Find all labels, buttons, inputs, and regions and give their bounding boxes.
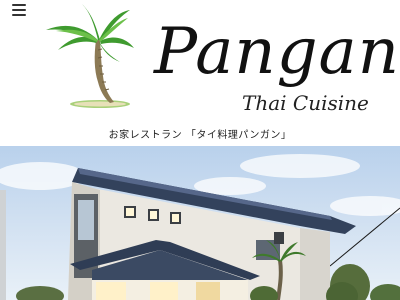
palm-tree-icon [46, 4, 134, 108]
logo-title: Pangan [154, 15, 400, 89]
site-tagline: お家レストラン 「タイ料理パンガン」 [108, 130, 292, 141]
site-header: Pangan Thai Cuisine お家レストラン 「タイ料理パンガン」 [0, 0, 400, 146]
site-logo[interactable]: Pangan Thai Cuisine [38, 0, 399, 127]
hero-image [0, 146, 400, 300]
hamburger-menu-icon[interactable] [12, 4, 26, 16]
logo-subtitle: Thai Cuisine [242, 91, 369, 115]
restaurant-house-photo [0, 154, 400, 300]
